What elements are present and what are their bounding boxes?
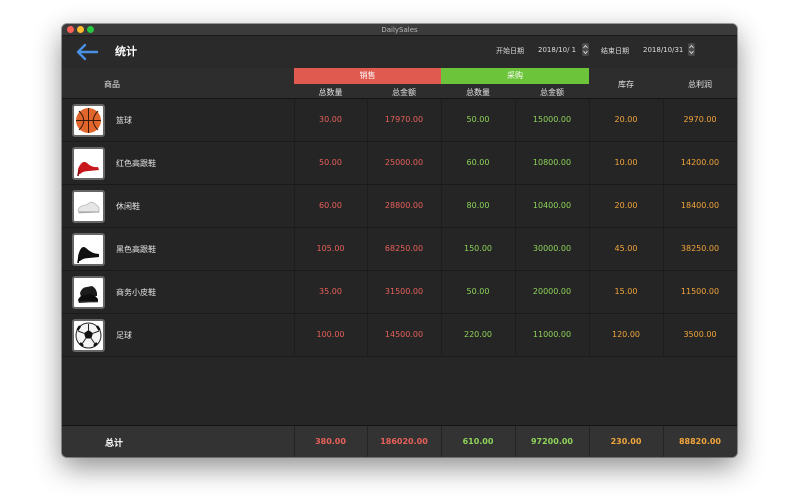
column-divider <box>441 99 442 357</box>
start-date-stepper[interactable] <box>582 43 589 56</box>
purchase-qty: 80.00 <box>466 201 490 210</box>
column-divider <box>294 99 295 357</box>
table-row[interactable]: 商务小皮鞋 35.00 31500.00 50.00 20000.00 15.0… <box>62 271 737 314</box>
purchase-amount: 10400.00 <box>532 201 572 210</box>
page-title: 统计 <box>115 45 137 58</box>
product-name: 红色高跟鞋 <box>116 159 156 168</box>
app-window: DailySales 统计 开始日期 2018/10/ 1 结束日期 2018/… <box>62 24 737 457</box>
product-name: 休闲鞋 <box>116 202 140 211</box>
end-date-field[interactable]: 2018/10/31 <box>643 44 689 56</box>
start-date-label: 开始日期 <box>496 47 524 55</box>
sales-qty: 30.00 <box>319 115 342 124</box>
header-stock: 库存 <box>618 80 634 89</box>
stock: 20.00 <box>614 201 638 210</box>
total-purchase-amount: 97200.00 <box>530 437 573 446</box>
stepper-arrows-icon <box>583 44 588 55</box>
product-name: 篮球 <box>116 116 132 125</box>
product-name: 黑色高跟鞋 <box>116 245 156 254</box>
header-purchase-qty: 总数量 <box>466 88 490 97</box>
column-divider <box>367 99 368 357</box>
sales-qty: 50.00 <box>319 158 342 167</box>
end-date-stepper[interactable] <box>688 43 695 56</box>
red-high-heel-icon <box>77 161 99 177</box>
stock: 120.00 <box>612 330 640 339</box>
purchase-qty: 60.00 <box>466 158 490 167</box>
total-profit: 88820.00 <box>678 437 721 446</box>
window-title: DailySales <box>381 26 418 34</box>
sales-amount: 14500.00 <box>384 330 424 339</box>
header-sales-qty: 总数量 <box>318 88 343 97</box>
total-purchase-qty: 610.00 <box>462 437 494 446</box>
purchase-amount: 15000.00 <box>532 115 572 124</box>
start-date-field[interactable]: 2018/10/ 1 <box>538 44 580 56</box>
sales-amount: 31500.00 <box>384 287 424 296</box>
sales-qty: 105.00 <box>316 244 345 253</box>
back-arrow-icon <box>76 43 99 61</box>
title-bar: DailySales <box>62 24 737 36</box>
total-sales-qty: 380.00 <box>315 437 346 446</box>
profit: 11500.00 <box>680 287 720 296</box>
sales-amount: 28800.00 <box>384 201 424 210</box>
purchase-amount: 10800.00 <box>532 158 572 167</box>
sales-qty: 100.00 <box>316 330 345 339</box>
header-purchase-group: 采购 <box>441 68 589 84</box>
product-thumbnail <box>72 147 105 180</box>
stock: 20.00 <box>614 115 638 124</box>
product-thumbnail <box>72 233 105 266</box>
purchase-qty: 220.00 <box>464 330 492 339</box>
sales-amount: 17970.00 <box>384 115 424 124</box>
stock: 15.00 <box>614 287 638 296</box>
sales-amount: 68250.00 <box>384 244 424 253</box>
end-date-label: 结束日期 <box>601 47 629 55</box>
soccer-ball-icon <box>75 322 102 349</box>
column-divider <box>515 99 516 357</box>
product-name: 足球 <box>116 331 132 340</box>
purchase-amount: 11000.00 <box>532 330 572 339</box>
sales-qty: 60.00 <box>319 201 342 210</box>
product-thumbnail <box>72 276 105 309</box>
stock: 45.00 <box>614 244 638 253</box>
table-row[interactable]: 红色高跟鞋 50.00 25000.00 60.00 10800.00 10.0… <box>62 142 737 185</box>
profit: 2970.00 <box>683 115 717 124</box>
table-row[interactable]: 篮球 30.00 17970.00 50.00 15000.00 20.00 2… <box>62 99 737 142</box>
product-name: 商务小皮鞋 <box>116 288 156 297</box>
profit: 38250.00 <box>680 244 720 253</box>
profit: 3500.00 <box>683 330 717 339</box>
basketball-icon <box>76 108 101 133</box>
profit: 18400.00 <box>680 201 720 210</box>
header-product: 商品 <box>104 80 120 89</box>
header-purchase-amount: 总金额 <box>540 88 564 97</box>
product-thumbnail <box>72 319 105 352</box>
purchase-qty: 150.00 <box>464 244 492 253</box>
leather-shoe-icon <box>78 286 98 303</box>
black-high-heel-icon <box>77 247 99 264</box>
product-thumbnail <box>72 190 105 223</box>
sales-qty: 35.00 <box>319 287 342 296</box>
sales-amount: 25000.00 <box>384 158 424 167</box>
stock: 10.00 <box>614 158 638 167</box>
header-profit: 总利润 <box>688 80 712 89</box>
column-divider <box>663 99 664 357</box>
table-row[interactable]: 黑色高跟鞋 105.00 68250.00 150.00 30000.00 45… <box>62 228 737 271</box>
stepper-arrows-icon <box>689 44 694 55</box>
header-sales-group: 销售 <box>294 68 441 84</box>
purchase-amount: 30000.00 <box>532 244 572 253</box>
total-stock: 230.00 <box>610 437 642 446</box>
header-sales-amount: 总金额 <box>392 88 416 97</box>
product-thumbnail <box>72 104 105 137</box>
purchase-qty: 50.00 <box>466 115 490 124</box>
toolbar: 统计 开始日期 2018/10/ 1 结束日期 2018/10/31 <box>62 36 737 68</box>
totals-row: 总计 380.00 186020.00 610.00 97200.00 230.… <box>62 425 737 457</box>
back-button[interactable] <box>74 42 100 62</box>
total-sales-amount: 186020.00 <box>380 437 428 446</box>
casual-shoe-icon <box>77 201 100 214</box>
purchase-amount: 20000.00 <box>532 287 572 296</box>
purchase-qty: 50.00 <box>466 287 490 296</box>
table-header: 商品 销售 采购 总数量 总金额 总数量 总金额 库存 总利润 <box>62 68 737 99</box>
table-row[interactable]: 足球 100.00 14500.00 220.00 11000.00 120.0… <box>62 314 737 357</box>
column-divider <box>589 99 590 357</box>
totals-label: 总计 <box>105 439 124 449</box>
table-row[interactable]: 休闲鞋 60.00 28800.00 80.00 10400.00 20.00 … <box>62 185 737 228</box>
profit: 14200.00 <box>680 158 720 167</box>
